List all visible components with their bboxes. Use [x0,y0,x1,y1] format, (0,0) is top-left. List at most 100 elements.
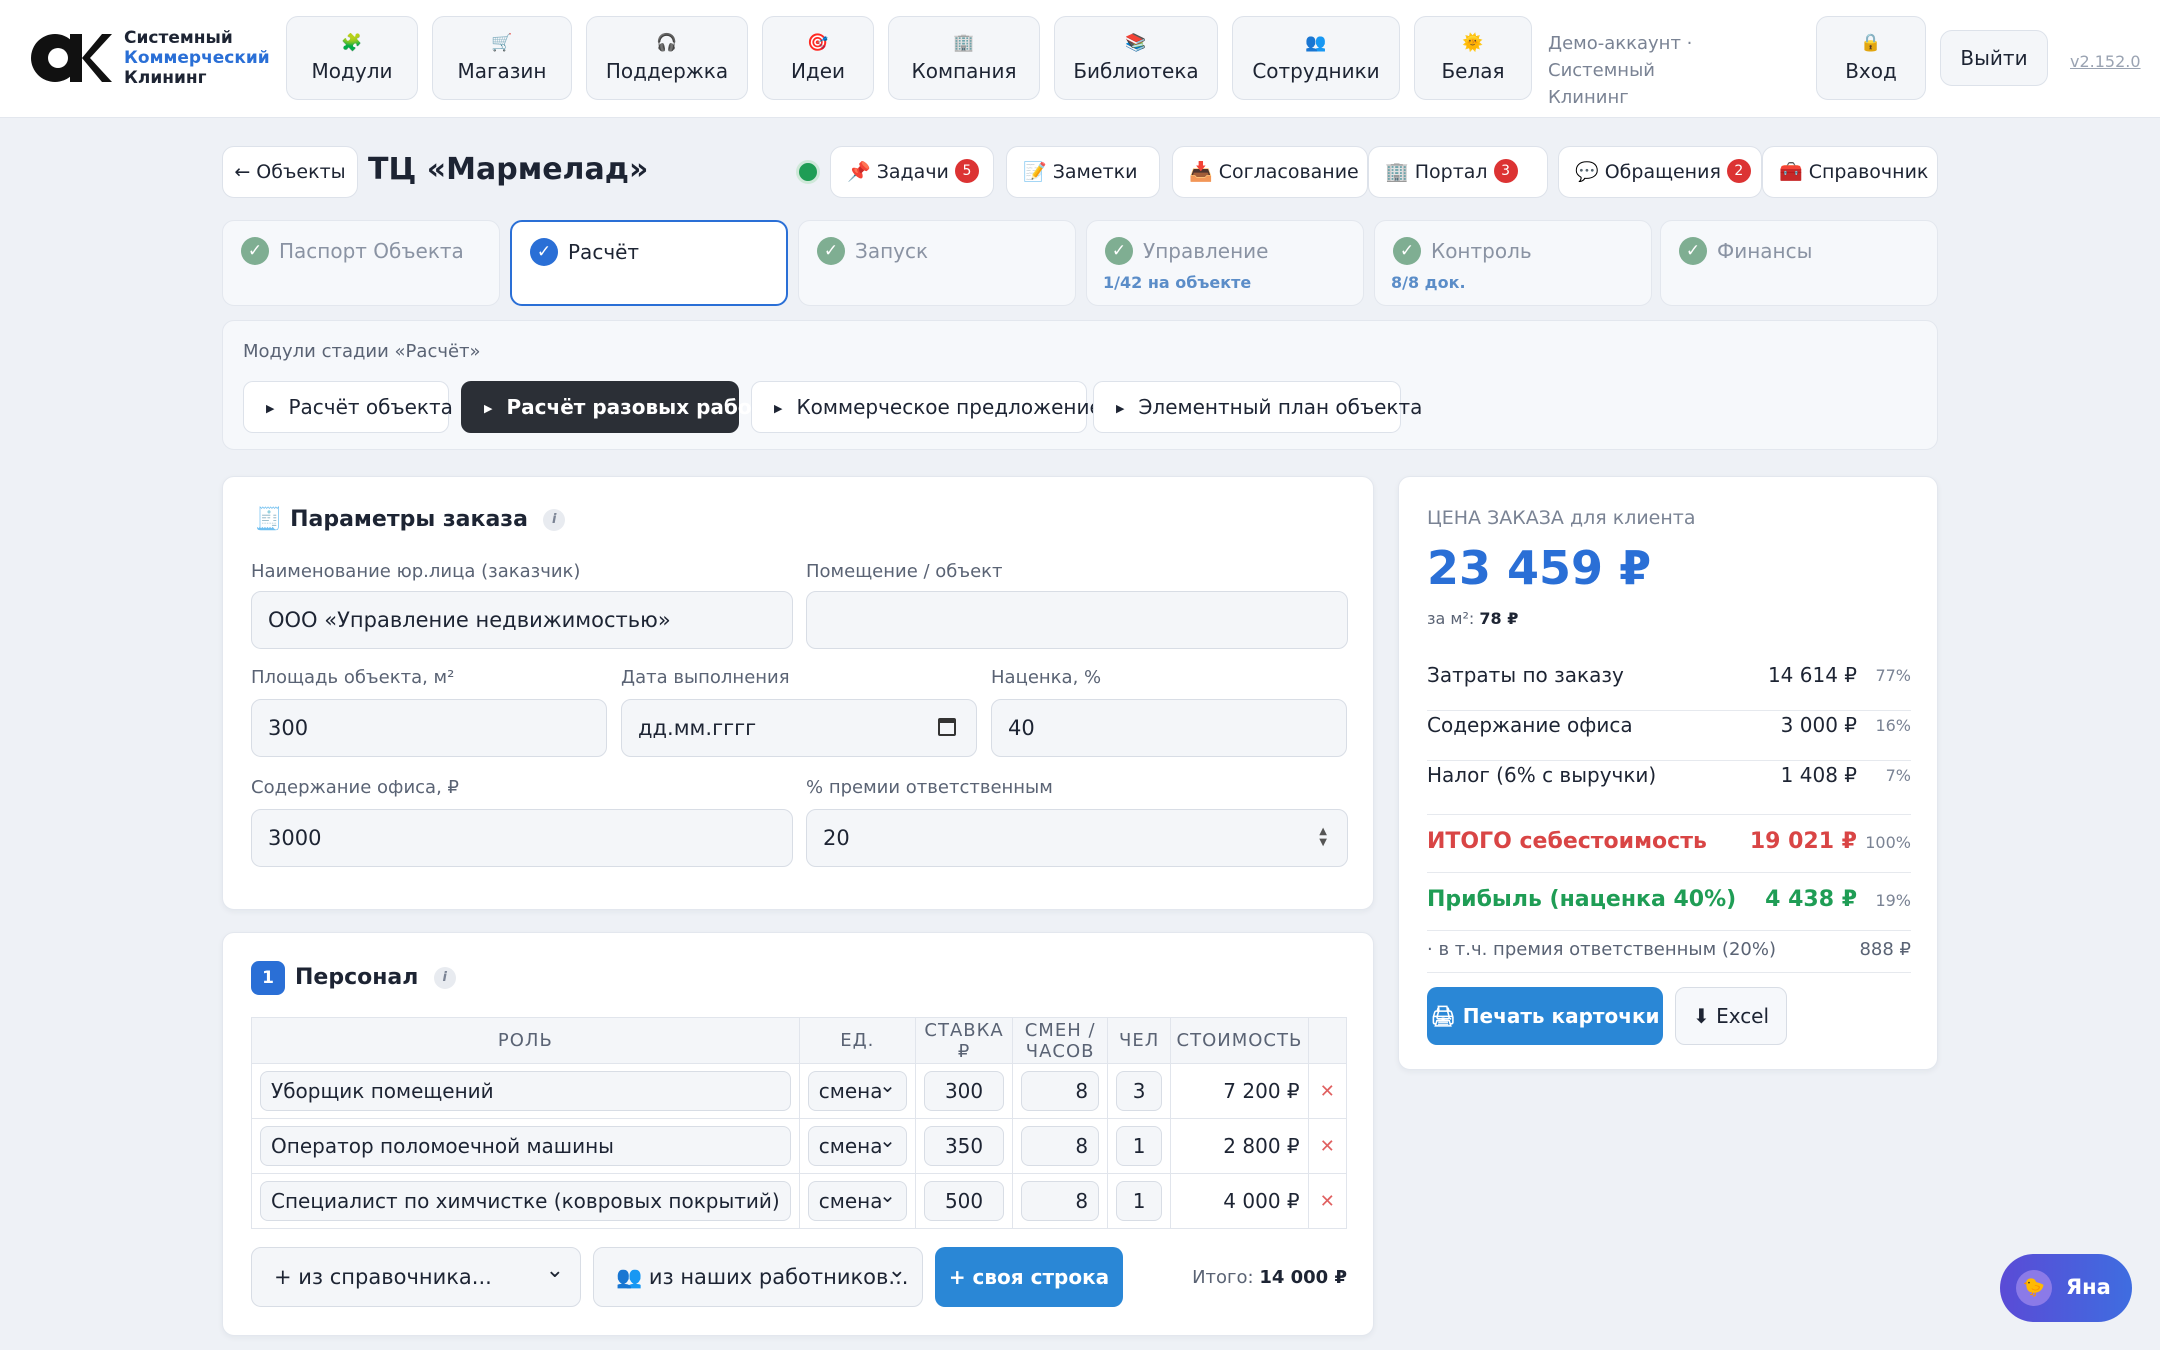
nav-ideas-button[interactable]: 🎯 Идеи [762,16,874,100]
row-key: · в т.ч. премия ответственным (20%) [1427,939,1776,960]
approval-button[interactable]: 📥 Согласование [1172,146,1368,198]
from-workers-select[interactable]: 👥 из наших работников... [593,1242,923,1307]
row-percent: 100% [1865,833,1911,852]
bonus-input[interactable]: 20 ▲ ▼ [806,809,1348,867]
markup-input[interactable]: 40 [991,699,1347,757]
title-text: Параметры заказа [290,507,528,532]
assistant-button[interactable]: 🐤 Яна [2000,1254,2132,1322]
nav-support-button[interactable]: 🎧 Поддержка [586,16,748,100]
stage-sub: 8/8 док. [1391,273,1466,292]
row-key: Содержание офиса [1427,713,1633,737]
stage-sub: 1/42 на объекте [1103,273,1252,292]
stage-management[interactable]: ✓ Управление 1/42 на объекте [1086,220,1364,306]
version-link[interactable]: v2.152.0 [2070,52,2141,71]
stage-label: Контроль [1431,239,1532,263]
notes-button[interactable]: 📝 Заметки [1006,146,1160,198]
delete-row-icon[interactable]: ✕ [1307,1173,1348,1229]
stage-calculation[interactable]: ✓ Расчёт [510,220,788,306]
row-key: Затраты по заказу [1427,663,1624,687]
date-input[interactable]: дд.мм.гггг [621,699,977,757]
calendar-icon[interactable] [938,718,956,736]
row-value: 888 ₽ [1859,939,1911,960]
account-label: Демо-аккаунт · Системный Клининг [1548,30,1788,111]
delete-row-icon[interactable]: ✕ [1307,1063,1348,1119]
unit-select[interactable]: смена [807,1181,907,1221]
memo-icon: 📝 [1023,161,1047,183]
office-label: Содержание офиса, ₽ [251,777,459,798]
info-icon[interactable]: i [433,967,456,989]
role-input[interactable]: Уборщик помещений [260,1071,791,1111]
client-input[interactable]: ООО «Управление недвижимостью» [251,591,793,649]
stage-label: Расчёт [568,240,640,264]
requests-button[interactable]: 💬 Обращения 2 [1558,146,1762,198]
col-people: ЧЕЛ [1107,1017,1172,1064]
building-icon: 🏢 [1385,161,1409,183]
rate-input[interactable]: 350 [923,1126,1005,1166]
nav-company-button[interactable]: 🏢 Компания [888,16,1040,100]
area-input[interactable]: 300 [251,699,607,757]
check-icon: ✓ [241,237,269,265]
module-object-calc[interactable]: ▶ Расчёт объекта [243,381,453,433]
role-input[interactable]: Оператор поломоечной машины [260,1126,791,1166]
shifts-input[interactable]: 8 [1021,1181,1100,1221]
logout-button[interactable]: Выйти [1940,30,2048,86]
reference-button[interactable]: 🧰 Справочник [1762,146,1938,198]
col-cost: СТОИМОСТЬ [1170,1017,1309,1064]
nav-shop-button[interactable]: 🛒 Магазин [432,16,572,100]
print-card-button[interactable]: 🖨 Печать карточки [1427,987,1663,1045]
nav-library-button[interactable]: 📚 Библиотека [1054,16,1218,100]
people-input[interactable]: 1 [1116,1181,1163,1221]
tasks-button[interactable]: 📌 Задачи 5 [830,146,994,198]
cost-cell: 4 000 ₽ [1170,1173,1309,1229]
from-reference-select[interactable]: + из справочника... [251,1242,581,1307]
row-value: 19 021 ₽ [1749,829,1857,854]
nav-login-button[interactable]: 🔒 Вход [1816,16,1926,100]
cost-cell: 7 200 ₽ [1170,1063,1309,1119]
delete-row-icon[interactable]: ✕ [1307,1118,1348,1174]
stage-launch[interactable]: ✓ Запуск [798,220,1076,306]
portal-button[interactable]: 🏢 Портал 3 [1368,146,1548,198]
unit-select[interactable]: смена [807,1126,907,1166]
shifts-input[interactable]: 8 [1021,1071,1100,1111]
row-value: 3 000 ₽ [1780,713,1857,737]
cost-row: Затраты по заказу 14 614 ₽ 77% [1427,663,1911,711]
back-to-objects-button[interactable]: ← Объекты [222,146,358,198]
stage-modules-panel: Модули стадии «Расчёт» ▶ Расчёт объекта ▶… [222,320,1938,450]
people-input[interactable]: 1 [1116,1126,1163,1166]
logo[interactable]: Системный Коммерческий Клининг [30,28,270,88]
check-icon: ✓ [530,238,558,266]
office-input[interactable]: 3000 [251,809,793,867]
info-icon[interactable]: i [543,509,566,531]
room-input[interactable] [806,591,1348,649]
rate-input[interactable]: 300 [923,1071,1005,1111]
nav-modules-button[interactable]: 🧩 Модули [286,16,418,100]
nav-label: Сотрудники [1252,59,1380,83]
stepper-icon[interactable]: ▲ ▼ [1319,826,1327,848]
client-label: Наименование юр.лица (заказчик) [251,561,581,582]
people-input[interactable]: 3 [1116,1071,1163,1111]
module-element-plan[interactable]: ▶ Элементный план объекта [1093,381,1422,433]
module-commercial-offer[interactable]: ▶ Коммерческое предложение [751,381,1102,433]
row-value: 1 408 ₽ [1780,763,1857,787]
col-shifts: СМЕН / ЧАСОВ [1012,1017,1109,1064]
stage-finance[interactable]: ✓ Финансы [1660,220,1938,306]
role-input[interactable]: Специалист по химчистке (ковровых покрыт… [260,1181,791,1221]
add-row-button[interactable]: + своя строка [935,1247,1123,1307]
stage-control[interactable]: ✓ Контроль 8/8 док. [1374,220,1652,306]
shifts-input[interactable]: 8 [1021,1126,1100,1166]
unit-select[interactable]: смена [807,1071,907,1111]
stage-passport[interactable]: ✓ Паспорт Объекта [222,220,500,306]
staff-table: РОЛЬ ЕД. СТАВКА ₽ СМЕН / ЧАСОВ ЧЕЛ СТОИМ… [251,1017,1348,1229]
rate-input[interactable]: 500 [923,1181,1005,1221]
nav-label: Компания [911,59,1017,83]
tasks-badge: 5 [954,158,979,183]
row-percent: 7% [1885,766,1911,785]
nav-theme-button[interactable]: 🌞 Белая [1414,16,1532,100]
module-label: Расчёт объекта [288,395,453,419]
price-value: 23 459 ₽ [1427,541,1652,595]
assistant-avatar-icon: 🐤 [2016,1270,2052,1306]
nav-staff-button[interactable]: 👥 Сотрудники [1232,16,1400,100]
module-one-time-works[interactable]: ▶ Расчёт разовых работ [461,381,763,433]
portal-label: Портал [1414,161,1488,183]
excel-button[interactable]: ⬇ Excel [1675,987,1787,1045]
